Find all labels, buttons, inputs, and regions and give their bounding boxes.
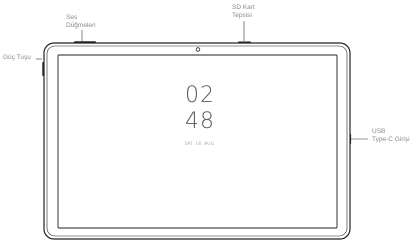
usb-label-line-1: USB bbox=[372, 128, 386, 135]
power-label-text: Güç Tuşu bbox=[3, 54, 31, 61]
power-button bbox=[42, 62, 45, 76]
usb-port-label: USB Type-C Girişi bbox=[372, 128, 410, 144]
sd-card-tray bbox=[238, 41, 251, 44]
power-button-label: Güç Tuşu bbox=[3, 54, 31, 62]
volume-label-line-2: Düğmeleri bbox=[66, 22, 96, 29]
volume-label-line-1: Ses bbox=[66, 14, 78, 21]
usb-c-port bbox=[349, 134, 352, 144]
sd-card-tray-label: SD Kart Tepsisi bbox=[232, 4, 255, 20]
front-camera-icon bbox=[195, 47, 201, 52]
clock-date: SAT. 18. AUG. bbox=[184, 141, 216, 146]
sd-label-line-2: Tepsisi bbox=[232, 12, 252, 19]
clock-minute: 48 bbox=[185, 109, 215, 134]
volume-buttons bbox=[74, 41, 96, 44]
sd-label-line-1: SD Kart bbox=[232, 4, 255, 11]
clock-hour: 02 bbox=[185, 83, 215, 108]
usb-label-line-2: Type-C Girişi bbox=[372, 136, 410, 143]
volume-buttons-label: Ses Düğmeleri bbox=[66, 14, 96, 30]
